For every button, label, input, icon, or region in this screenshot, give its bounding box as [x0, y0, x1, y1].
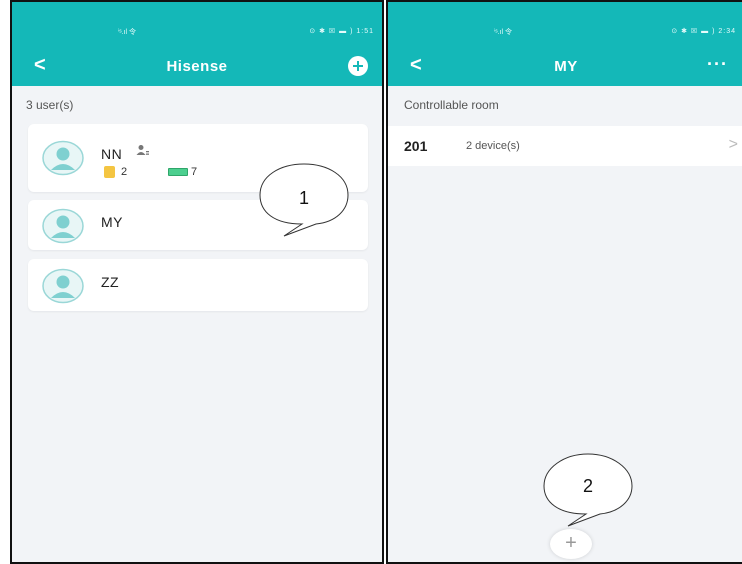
signal-indicator: ⁱˢ.ıl 令	[118, 29, 137, 36]
users-screen: ⁱˢ.ıl 令 ⊙ ✱ ☒ ▬ ) 1:51 < Hisense 3 user(…	[10, 0, 384, 564]
callout-bubble: 1	[259, 163, 349, 237]
callout-bubble: 2	[543, 453, 633, 527]
avatar-icon	[42, 208, 84, 244]
avatar-icon	[42, 140, 84, 176]
user-name: MY	[101, 214, 123, 230]
callout-number: 1	[299, 188, 309, 208]
signal-indicator: ⁱˢ.ıl 令	[494, 29, 513, 36]
user-count: 3 user(s)	[26, 98, 74, 112]
door-icon	[104, 166, 115, 179]
room-row[interactable]: 201 2 device(s) >	[388, 126, 742, 166]
card-icon	[168, 168, 188, 177]
chevron-right-icon: >	[728, 136, 738, 153]
callout-number: 2	[583, 476, 593, 496]
room-number: 201	[404, 138, 428, 154]
more-options-icon[interactable]: ···	[707, 54, 728, 75]
status-indicators: ⊙ ✱ ☒ ▬ ) 2:34	[671, 28, 736, 35]
section-label: Controllable room	[404, 98, 499, 112]
status-bar: ⁱˢ.ıl 令 ⊙ ✱ ☒ ▬ ) 1:51	[12, 2, 382, 48]
door-count: 2	[104, 166, 127, 179]
user-card-zz[interactable]: ZZ	[28, 259, 368, 311]
room-device-count: 2 device(s)	[466, 140, 520, 152]
status-bar: ⁱˢ.ıl 令 ⊙ ✱ ☒ ▬ ) 2:34	[388, 2, 742, 48]
header: < Hisense	[12, 48, 382, 86]
add-room-button[interactable]: +	[550, 529, 592, 559]
user-name: NN	[101, 146, 123, 162]
room-screen: ⁱˢ.ıl 令 ⊙ ✱ ☒ ▬ ) 2:34 < MY ··· Controll…	[386, 0, 742, 564]
status-indicators: ⊙ ✱ ☒ ▬ ) 1:51	[309, 28, 374, 35]
page-title: MY	[554, 58, 578, 75]
add-user-icon[interactable]	[348, 56, 368, 76]
card-count: 7	[168, 166, 197, 178]
page-title: Hisense	[166, 58, 228, 75]
admin-user-icon	[136, 145, 149, 155]
header: < MY ···	[388, 48, 742, 86]
avatar-icon	[42, 268, 84, 304]
user-name: ZZ	[101, 274, 120, 290]
